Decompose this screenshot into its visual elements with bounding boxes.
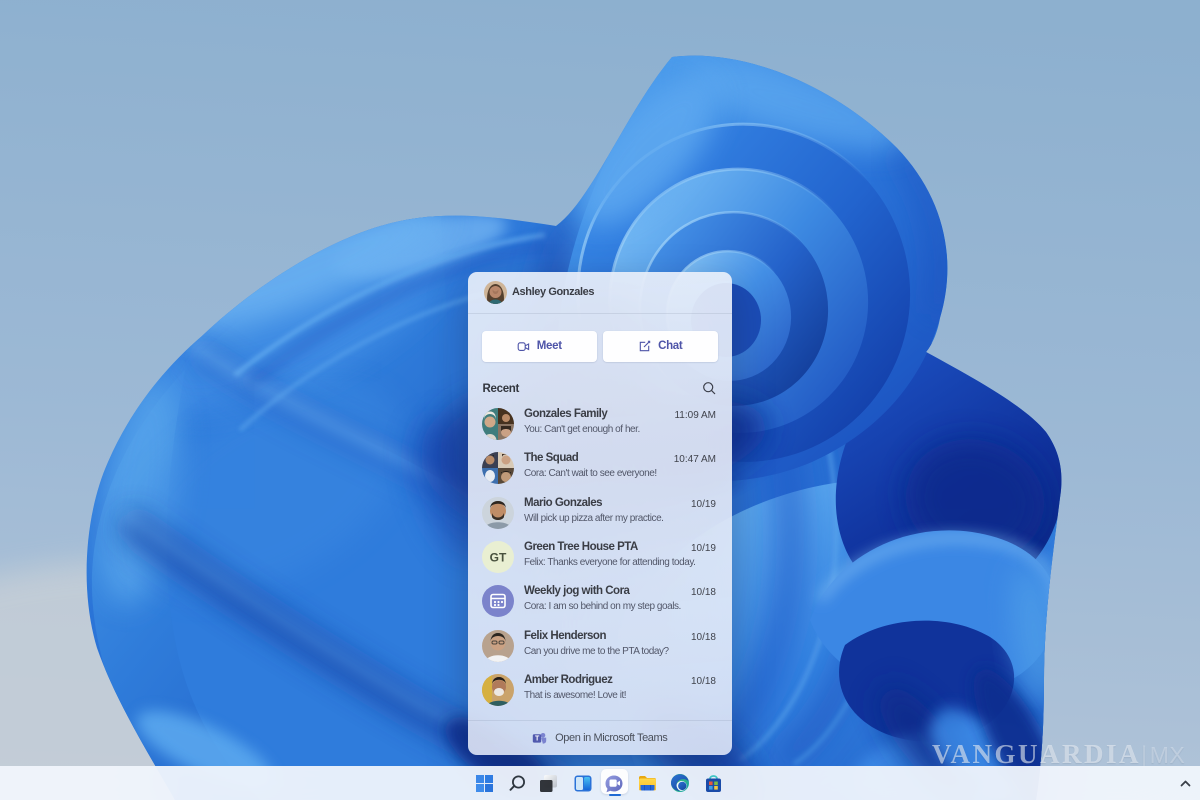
- svg-text:GT: GT: [490, 550, 507, 564]
